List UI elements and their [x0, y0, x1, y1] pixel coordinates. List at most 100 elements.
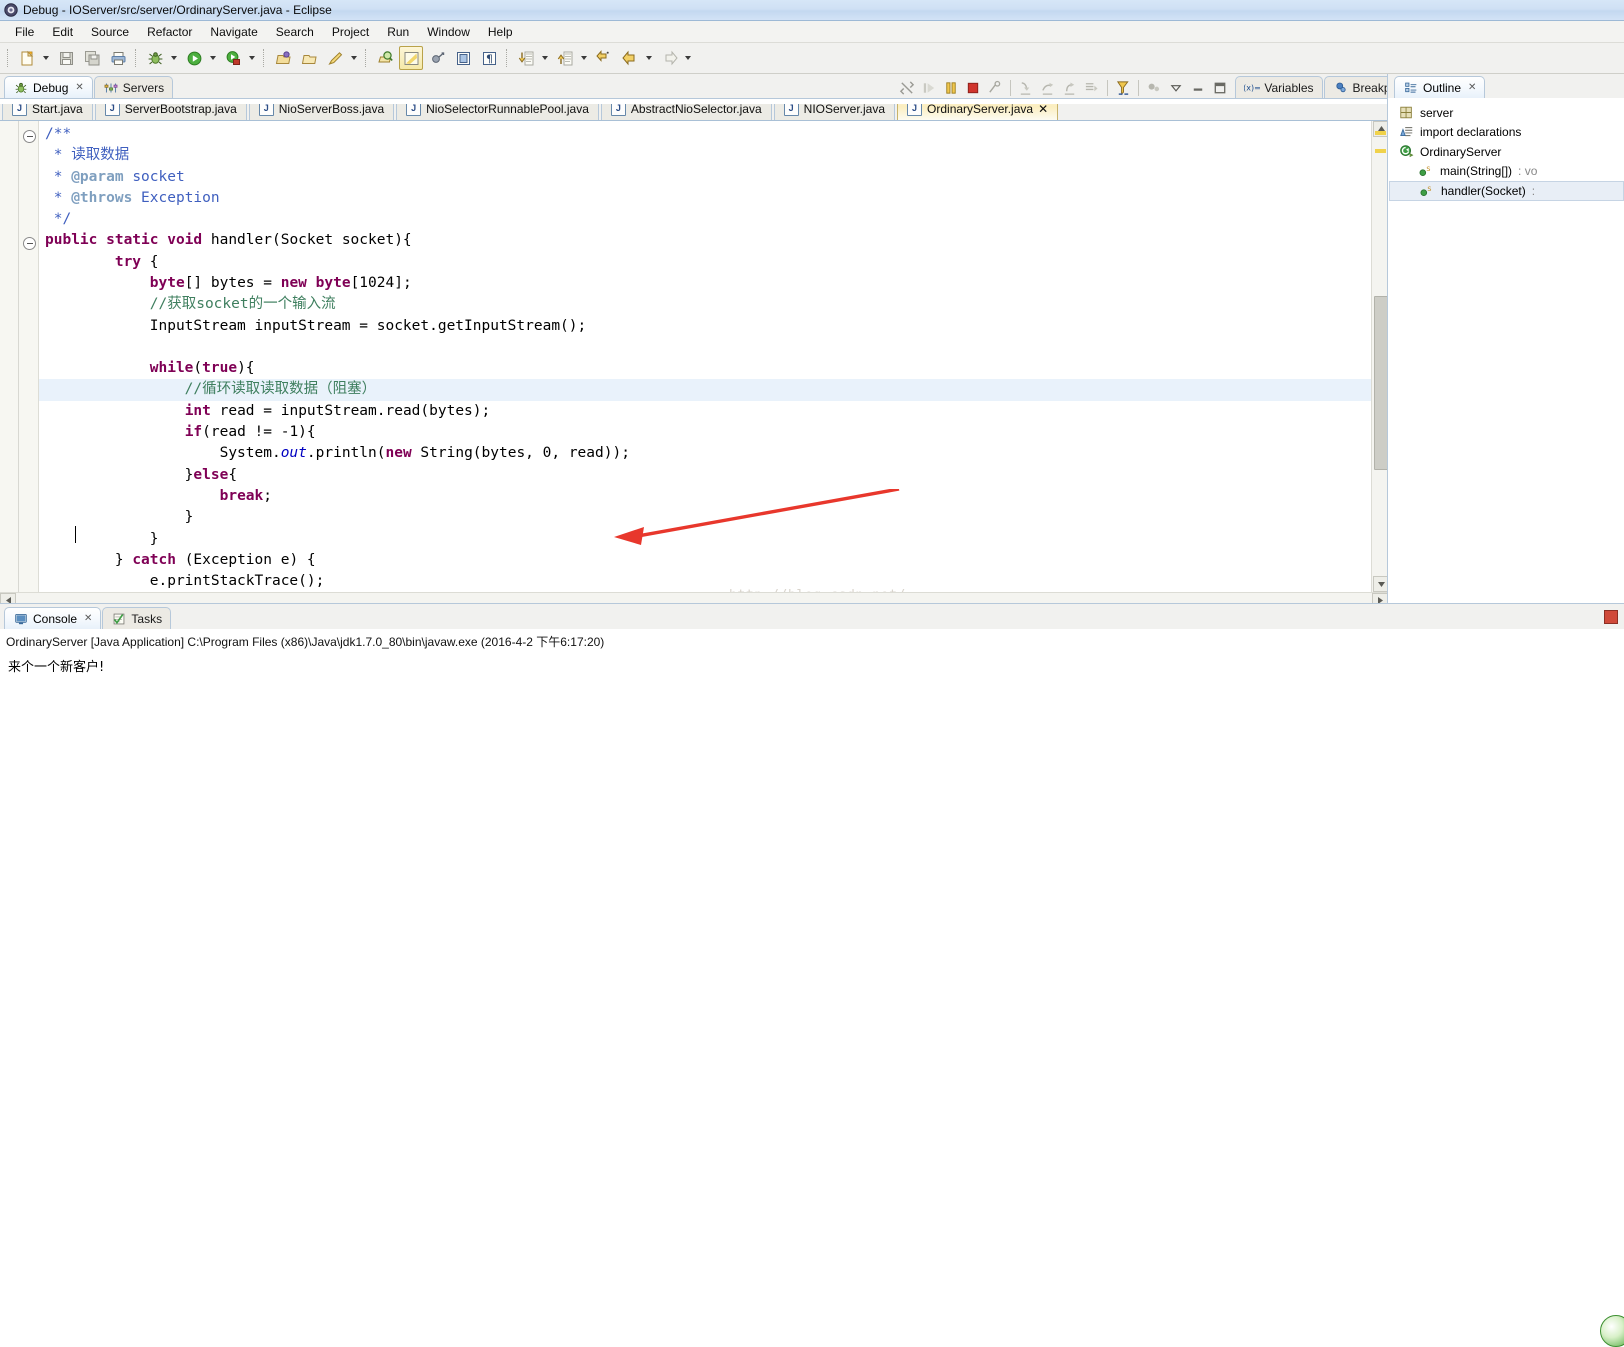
view-tab-outline[interactable]: Outline ✕	[1394, 76, 1485, 98]
view-tab-console[interactable]: Console ✕	[4, 607, 101, 629]
open-type-dropdown[interactable]	[348, 47, 359, 69]
view-menu-button[interactable]	[1144, 78, 1164, 98]
code-line: }	[39, 507, 1371, 528]
view-tab-servers[interactable]: Servers	[94, 76, 173, 98]
menu-run[interactable]: Run	[378, 23, 418, 41]
next-annotation-button[interactable]	[514, 46, 538, 70]
menu-search[interactable]: Search	[267, 23, 323, 41]
editor-tab-start-java[interactable]: J Start.java	[2, 104, 93, 120]
floating-action-button[interactable]	[1600, 1315, 1624, 1347]
editor-tab-serverbootstrap-java[interactable]: J ServerBootstrap.java	[95, 104, 247, 120]
view-tab-variables[interactable]: (x)= Variables	[1235, 76, 1322, 98]
skip-breakpoints-button[interactable]	[425, 46, 449, 70]
method-static-icon: S	[1419, 183, 1435, 199]
menu-edit[interactable]: Edit	[43, 23, 82, 41]
step-into-button[interactable]	[1016, 78, 1036, 98]
menu-file[interactable]: File	[6, 23, 43, 41]
disconnect2-button[interactable]	[985, 78, 1005, 98]
step-return-button[interactable]	[1060, 78, 1080, 98]
fold-marker-javadoc[interactable]	[23, 130, 36, 143]
save-button[interactable]	[54, 46, 78, 70]
step-over-button[interactable]	[1038, 78, 1058, 98]
code-line: public static void handler(Socket socket…	[39, 230, 1371, 251]
forward-button[interactable]	[657, 46, 681, 70]
fold-marker-method[interactable]	[23, 237, 36, 250]
new-java-package-button[interactable]	[271, 46, 295, 70]
annotation-ruler[interactable]	[0, 121, 19, 593]
outline-item-server[interactable]: server	[1388, 103, 1624, 123]
console-output-area[interactable]: OrdinaryServer [Java Application] C:\Pro…	[0, 629, 1624, 960]
print-button[interactable]	[106, 46, 130, 70]
menu-help[interactable]: Help	[479, 23, 522, 41]
close-icon[interactable]: ✕	[75, 82, 83, 93]
java-file-icon: J	[259, 104, 274, 116]
disconnect-button[interactable]	[897, 78, 917, 98]
view-tab-debug[interactable]: Debug ✕	[4, 76, 93, 98]
search-button[interactable]	[373, 46, 397, 70]
show-whitespace-button[interactable]: ¶	[477, 46, 501, 70]
editor-tab-abstractnioselector-java[interactable]: J AbstractNioSelector.java	[601, 104, 772, 120]
editor-horizontal-scrollbar[interactable]	[0, 592, 1388, 603]
overview-ruler[interactable]	[1372, 121, 1388, 593]
outline-item-handler[interactable]: S handler(Socket) :	[1389, 181, 1624, 201]
save-all-button[interactable]	[80, 46, 104, 70]
close-icon[interactable]: ✕	[1468, 82, 1476, 93]
run-button[interactable]	[182, 46, 206, 70]
outline-item-main[interactable]: S main(String[]) : vo	[1388, 162, 1624, 182]
menu-source[interactable]: Source	[82, 23, 138, 41]
close-icon[interactable]: ✕	[1038, 104, 1048, 116]
previous-annotation-dropdown[interactable]	[578, 47, 589, 69]
menu-navigate[interactable]: Navigate	[201, 23, 266, 41]
java-file-icon: J	[12, 104, 27, 116]
editor-vertical-scrollbar[interactable]	[1371, 121, 1388, 593]
previous-annotation-button[interactable]	[553, 46, 577, 70]
eclipse-icon	[4, 3, 18, 17]
back-button[interactable]	[618, 46, 642, 70]
menu-refactor[interactable]: Refactor	[138, 23, 201, 41]
outline-item-ordinaryserver[interactable]: OrdinaryServer	[1388, 142, 1624, 162]
resume-button[interactable]	[919, 78, 939, 98]
view-tab-tasks[interactable]: Tasks	[102, 607, 171, 629]
editor-tab-nioserverboss-java[interactable]: J NioServerBoss.java	[249, 104, 394, 120]
forward-dropdown[interactable]	[682, 47, 693, 69]
outline-item-label: import declarations	[1420, 125, 1521, 139]
editor-tab-nioserver-java[interactable]: J NIOServer.java	[774, 104, 895, 120]
drop-to-frame-button[interactable]	[1082, 78, 1102, 98]
terminate-button[interactable]	[963, 78, 983, 98]
breakpoints-icon	[1333, 80, 1349, 96]
new-java-class-button[interactable]	[297, 46, 321, 70]
editor-tab-ordinaryserver-java[interactable]: J OrdinaryServer.java ✕	[897, 104, 1058, 120]
external-tools-button[interactable]	[221, 46, 245, 70]
code-token: [1024];	[351, 275, 412, 291]
folding-ruler[interactable]	[19, 121, 39, 593]
maximize-button[interactable]	[1210, 78, 1230, 98]
code-text[interactable]: /** * 读取数据 * @param socket * @throws Exc…	[39, 121, 1371, 593]
open-type-button[interactable]	[323, 46, 347, 70]
debug-button[interactable]	[143, 46, 167, 70]
new-dropdown[interactable]	[40, 47, 51, 69]
view-dropdown-button[interactable]	[1166, 78, 1186, 98]
close-icon[interactable]: ✕	[84, 613, 92, 624]
new-wizard-button[interactable]	[15, 46, 39, 70]
outline-item-label: server	[1420, 106, 1453, 120]
use-step-filters-button[interactable]	[1113, 78, 1133, 98]
run-dropdown[interactable]	[207, 47, 218, 69]
external-tools-dropdown[interactable]	[246, 47, 257, 69]
code-line	[39, 337, 1371, 358]
next-annotation-dropdown[interactable]	[539, 47, 550, 69]
back-dropdown[interactable]	[643, 47, 654, 69]
debug-dropdown[interactable]	[168, 47, 179, 69]
outline-item-import-declarations[interactable]: import declarations	[1388, 123, 1624, 143]
editor-tab-nioselectorrunnablepool-java[interactable]: J NioSelectorRunnablePool.java	[396, 104, 599, 120]
menu-window[interactable]: Window	[418, 23, 479, 41]
suspend-button[interactable]	[941, 78, 961, 98]
last-edit-location-button[interactable]	[592, 46, 616, 70]
main-toolbar: ¶	[0, 43, 1624, 74]
toggle-mark-occurrences-button[interactable]	[399, 46, 423, 70]
menu-project[interactable]: Project	[323, 23, 378, 41]
minimize-button[interactable]	[1188, 78, 1208, 98]
terminate-console-button[interactable]	[1604, 610, 1618, 624]
outline-tree[interactable]: server import declarations	[1388, 98, 1624, 603]
toggle-block-selection-button[interactable]	[451, 46, 475, 70]
editor-tab-label: NIOServer.java	[804, 104, 885, 116]
